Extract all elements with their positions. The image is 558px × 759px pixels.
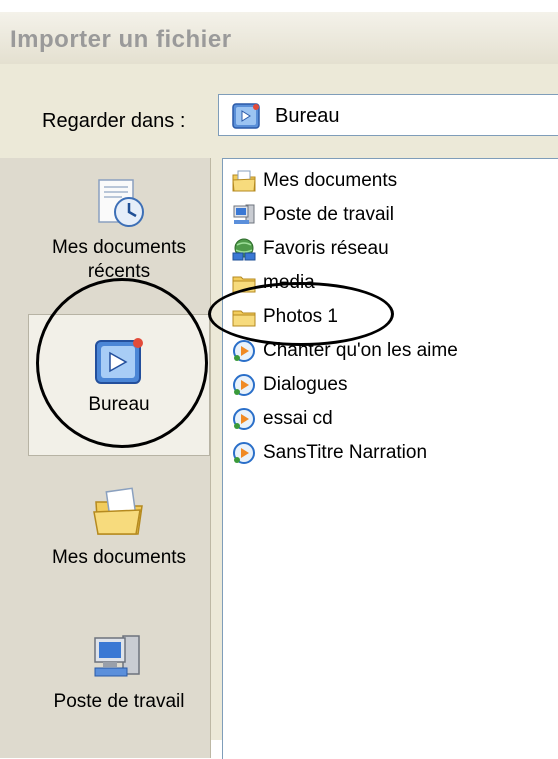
list-item[interactable]: Favoris réseau: [231, 231, 558, 267]
desktop-icon: [231, 102, 261, 135]
file-label: SansTitre Narration: [263, 442, 428, 463]
file-label: Poste de travail: [263, 204, 394, 225]
list-item[interactable]: Mes documents: [231, 163, 558, 199]
list-item[interactable]: Dialogues: [231, 367, 558, 403]
file-label: essai cd: [263, 408, 333, 429]
folder-icon: [231, 304, 257, 330]
my-documents-icon: [28, 484, 210, 540]
file-label: Mes documents: [263, 170, 398, 191]
place-label: Mes documents récents: [51, 237, 187, 282]
place-my-computer[interactable]: Poste de travail: [28, 628, 210, 714]
list-item[interactable]: Poste de travail: [231, 197, 558, 233]
file-label: media: [263, 272, 315, 293]
network-places-icon: [231, 236, 257, 262]
dialog-title: Importer un fichier: [10, 26, 232, 53]
folder-icon: [231, 270, 257, 296]
file-label: Favoris réseau: [263, 238, 389, 259]
project-file-icon: [231, 338, 257, 364]
list-item[interactable]: media: [231, 265, 558, 301]
list-item[interactable]: Photos 1: [231, 299, 558, 335]
my-computer-icon: [28, 628, 210, 684]
list-item[interactable]: essai cd: [231, 401, 558, 437]
project-file-icon: [231, 440, 257, 466]
look-in-combo[interactable]: Bureau: [218, 94, 558, 136]
title-bar: Importer un fichier: [0, 12, 558, 64]
file-label: Photos 1: [263, 306, 338, 327]
my-computer-icon: [231, 202, 257, 228]
look-in-label: Regarder dans :: [42, 110, 186, 132]
place-label: Poste de travail: [53, 691, 185, 712]
import-file-dialog: Importer un fichier Regarder dans : Bure…: [0, 12, 558, 759]
look-in-value: Bureau: [275, 105, 340, 127]
place-recent-documents[interactable]: Mes documents récents: [28, 176, 210, 284]
place-label: Bureau: [88, 394, 150, 415]
project-file-icon: [231, 372, 257, 398]
dialog-body: Regarder dans : Bureau Mes documents réc…: [0, 68, 558, 759]
place-my-documents[interactable]: Mes documents: [28, 484, 210, 570]
project-file-icon: [231, 406, 257, 432]
places-bar: Mes documents récents Bureau Mes documen…: [0, 158, 211, 758]
place-label: Mes documents: [51, 547, 187, 568]
desktop-icon: [29, 335, 209, 387]
my-documents-folder-icon: [231, 168, 257, 194]
list-item[interactable]: SansTitre Narration: [231, 435, 558, 471]
file-label: Chanter qu'on les aime: [263, 340, 458, 361]
recent-documents-icon: [28, 176, 210, 230]
file-list: Mes documents Poste de travail Favoris r…: [222, 158, 558, 759]
place-desktop[interactable]: Bureau: [28, 314, 210, 456]
file-label: Dialogues: [263, 374, 348, 395]
list-item[interactable]: Chanter qu'on les aime: [231, 333, 558, 369]
